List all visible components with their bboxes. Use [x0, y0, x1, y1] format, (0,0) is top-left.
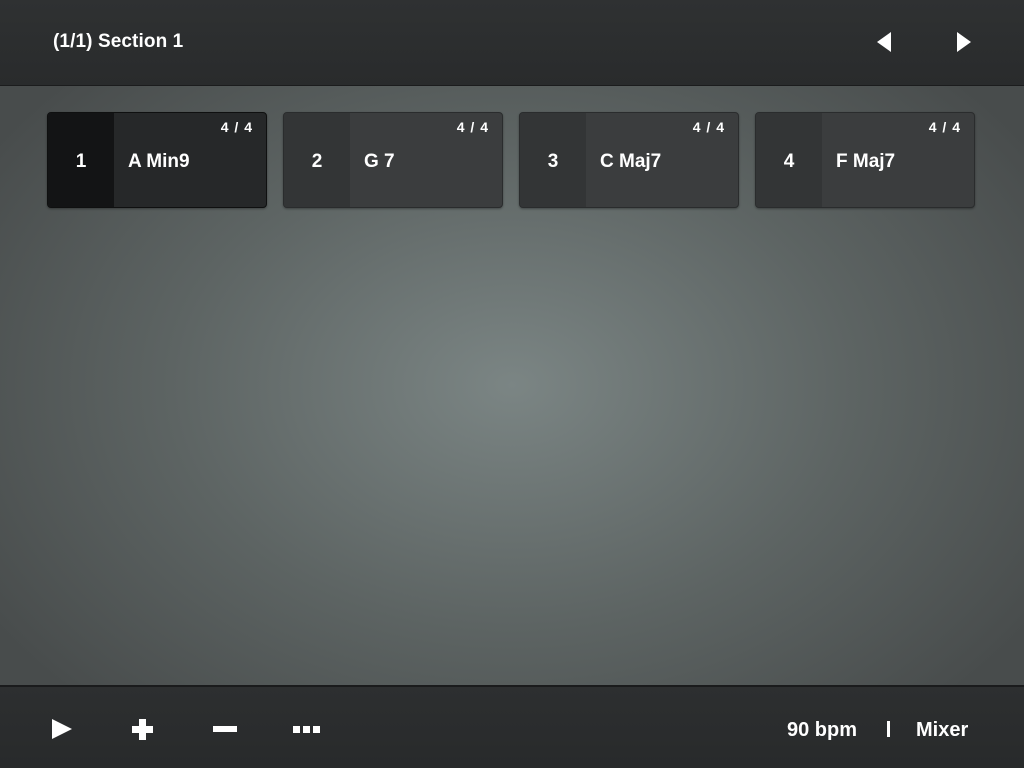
- chord-strip: 1 A Min9 4 / 4 2 G 7 4 / 4 3 C Maj7 4 / …: [47, 112, 977, 208]
- chord-tile-2[interactable]: 2 G 7 4 / 4: [283, 112, 503, 208]
- previous-section-button[interactable]: [862, 22, 906, 62]
- minus-icon: [213, 726, 237, 732]
- chord-name: A Min9: [128, 151, 190, 172]
- chord-name: C Maj7: [600, 151, 662, 172]
- section-title: (1/1) Section 1: [53, 31, 184, 52]
- triangle-left-icon: [877, 32, 891, 52]
- chord-name: F Maj7: [836, 151, 896, 172]
- chord-number: 3: [547, 151, 559, 172]
- chord-meter: 4 / 4: [456, 119, 489, 135]
- top-bar: (1/1) Section 1: [0, 0, 1024, 86]
- chord-meter: 4 / 4: [220, 119, 253, 135]
- plus-icon: [132, 719, 153, 740]
- mixer-button[interactable]: Mixer: [916, 719, 968, 742]
- bottom-toolbar: 90 bpm Mixer: [0, 685, 1024, 768]
- toolbar-divider: [887, 721, 890, 737]
- chord-tile-4[interactable]: 4 F Maj7 4 / 4: [755, 112, 975, 208]
- triangle-right-icon: [957, 32, 971, 52]
- next-section-button[interactable]: [942, 22, 986, 62]
- play-button[interactable]: [41, 709, 81, 749]
- remove-chord-button[interactable]: [205, 709, 245, 749]
- more-options-button[interactable]: [288, 709, 328, 749]
- chord-meter: 4 / 4: [692, 119, 725, 135]
- chord-tile-3[interactable]: 3 C Maj7 4 / 4: [519, 112, 739, 208]
- chord-number: 2: [311, 151, 323, 172]
- chord-meter: 4 / 4: [928, 119, 961, 135]
- chord-number: 4: [783, 151, 795, 172]
- tempo-button[interactable]: 90 bpm: [787, 719, 857, 742]
- ellipsis-icon: [293, 726, 320, 733]
- chord-number: 1: [75, 151, 87, 172]
- chord-name: G 7: [364, 151, 395, 172]
- play-icon: [52, 719, 72, 739]
- chord-tile-1[interactable]: 1 A Min9 4 / 4: [47, 112, 267, 208]
- add-chord-button[interactable]: [122, 709, 162, 749]
